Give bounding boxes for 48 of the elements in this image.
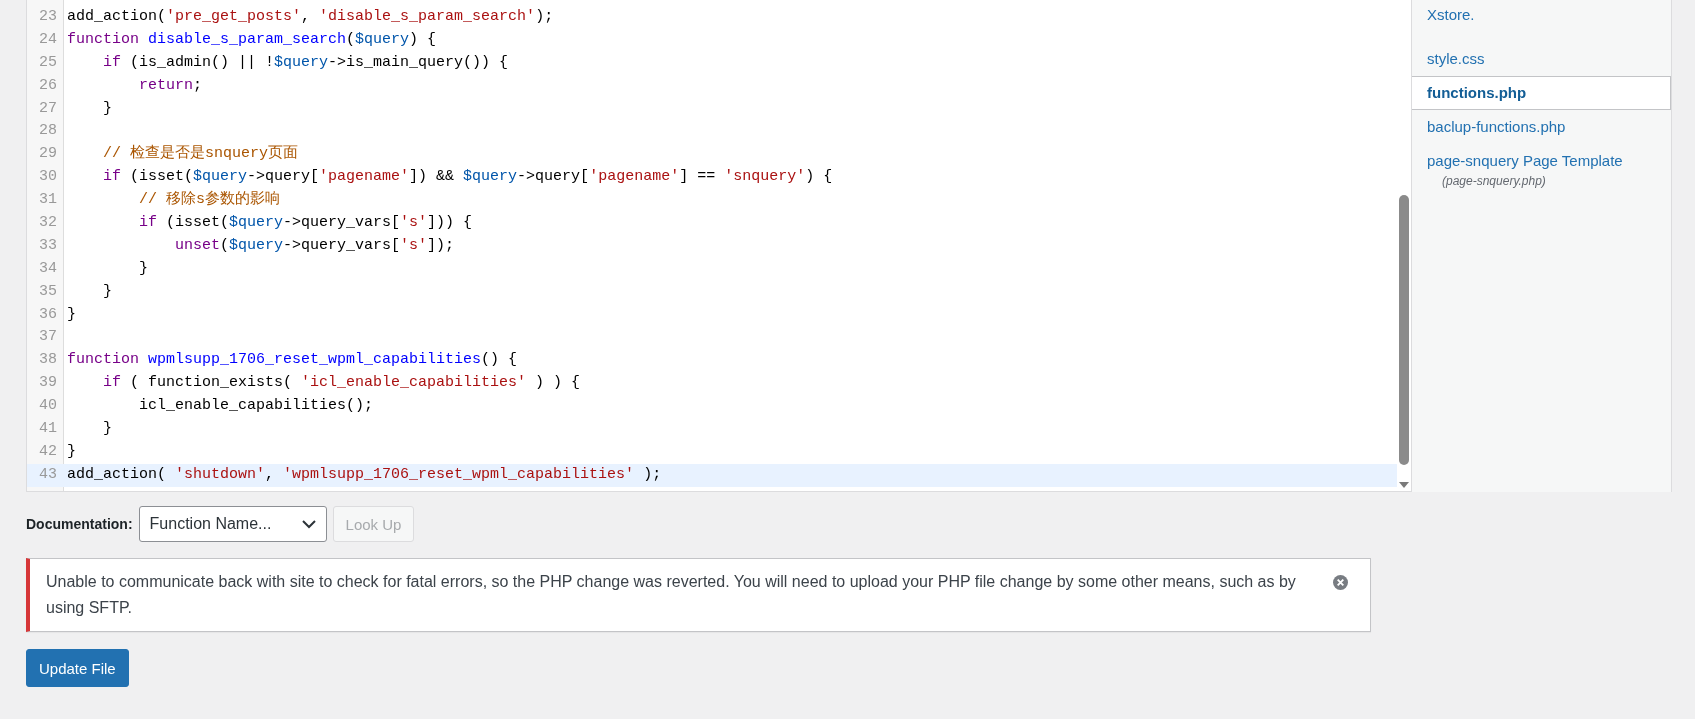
line-number: 30	[38, 167, 58, 188]
code-line: }	[102, 419, 112, 440]
file-link[interactable]: baclup-functions.php	[1408, 110, 1671, 144]
code-line: add_action( 'shutdown', 'wpmlsupp_1706_reset_wpml_capabilities' );	[66, 464, 662, 485]
line-number: 32	[38, 213, 58, 233]
code-line: add_action('pre_get_posts', 'disable_s_param_search');	[66, 7, 554, 27]
line-number: 23	[38, 7, 58, 27]
line-number: 43	[38, 464, 58, 485]
code-line: }	[66, 304, 76, 325]
line-number: 33	[38, 235, 58, 256]
code-line: }	[66, 441, 76, 462]
line-number: 38	[38, 350, 58, 371]
line-number: 24	[38, 29, 58, 50]
line-number: 36	[38, 304, 58, 325]
line-number: 27	[38, 98, 58, 119]
line-number: 25	[38, 52, 58, 73]
line-number: 26	[38, 75, 58, 96]
function-name-select[interactable]: Function Name...	[138, 506, 327, 542]
documentation-label: Documentation:	[26, 516, 133, 532]
code-line: icl_enable_capabilities();	[138, 396, 374, 417]
code-line: }	[138, 258, 148, 279]
line-number: 34	[38, 258, 58, 279]
code-line: if (is_admin() || !$query->is_main_query()) {	[102, 52, 509, 73]
code-line: }	[102, 281, 112, 302]
theme-description: Xstore.	[1426, 5, 1476, 25]
line-number: 42	[38, 441, 58, 462]
line-number: 40	[38, 396, 58, 417]
code-line: if (isset($query->query['pagename']) && $query->query['pagename'] == 'snquery') {	[102, 167, 833, 188]
line-number: 39	[38, 373, 58, 394]
line-number: 31	[38, 190, 58, 211]
file-link[interactable]: style.css	[1408, 42, 1671, 76]
line-number: 41	[38, 419, 58, 440]
line-number: 37	[38, 327, 58, 348]
code-line: // 检查是否是snquery页面	[102, 143, 299, 165]
code-line: function disable_s_param_search($query) {	[66, 29, 437, 50]
code-line: if ( function_exists( 'icl_enable_capabilities' ) ) {	[102, 373, 581, 394]
line-number: 35	[38, 281, 58, 302]
code-line: function wpmlsupp_1706_reset_wpml_capabilities() {	[66, 350, 518, 371]
update-file-button[interactable]: Update File	[26, 649, 129, 687]
code-line: return;	[138, 75, 203, 96]
notice-message: Unable to communicate back with site to check for fatal errors, so the PHP change was reverted. You will need to upload your PHP file change by some other means, such as by using SFTP.	[46, 572, 1297, 618]
line-number: 28	[38, 121, 58, 142]
code-line: // 移除s参数的影响	[138, 189, 281, 211]
line-number: 29	[38, 144, 58, 165]
code-line: unset($query->query_vars['s']);	[174, 235, 455, 256]
code-line: if (isset($query->query_vars['s'])) {	[138, 213, 473, 233]
file-link[interactable]: page-snquery Page Template (page-snquery.php)	[1408, 144, 1671, 198]
code-line: }	[102, 98, 112, 119]
